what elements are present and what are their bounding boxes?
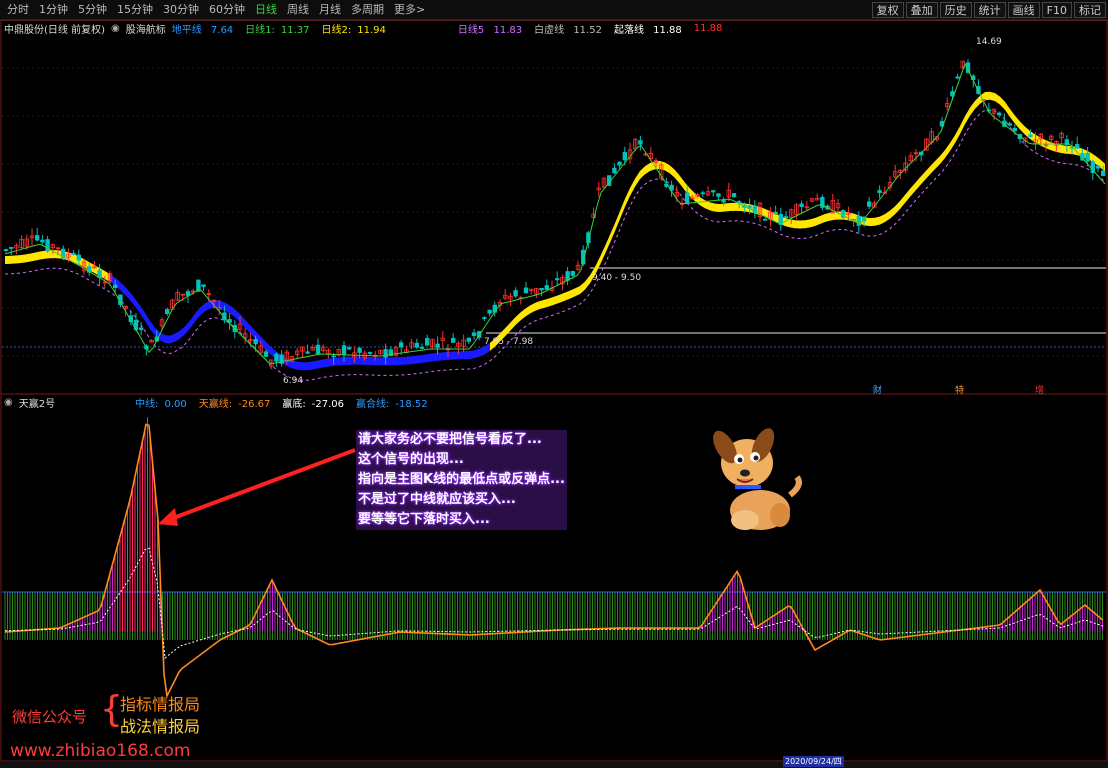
annotation-line: 请大家务必不要把信号看反了...: [358, 432, 542, 447]
sub-legend-yingdi: 赢底: -27.06: [282, 399, 344, 410]
cartoon-dog-icon: [713, 428, 802, 530]
candle-body: [487, 309, 492, 314]
candle-body: [638, 140, 643, 145]
cursor-date: 2020/09/24/四: [783, 756, 844, 767]
candle-body: [40, 239, 45, 243]
candle-body: [955, 76, 960, 79]
candle-body: [737, 201, 742, 203]
candle-body: [201, 284, 206, 287]
candle-body: [482, 317, 487, 319]
annotation-line: 要等等它下落时买入...: [358, 512, 490, 527]
wechat-label: 微信公众号: [12, 708, 88, 726]
candle-body: [513, 290, 518, 297]
candle-body: [331, 355, 336, 358]
candle-body: [555, 278, 560, 281]
candle-body: [570, 271, 575, 276]
candle-body: [711, 190, 716, 193]
annotation-arrow: [167, 448, 356, 522]
sub-indicator-gear-icon[interactable]: ◉: [4, 397, 13, 408]
candle-body: [763, 218, 768, 221]
candle-body: [367, 352, 373, 354]
candle-body: [71, 252, 76, 256]
candle-body: [8, 247, 14, 249]
candle-body: [799, 203, 804, 207]
candle-body: [1007, 123, 1012, 126]
high-price-label: 14.69: [976, 37, 1002, 47]
candle-body: [622, 152, 627, 161]
candle-body: [700, 192, 705, 195]
candle-body: [783, 216, 789, 218]
candle-body: [523, 287, 529, 294]
candle-body: [113, 284, 118, 289]
annotation-text-box: 请大家务必不要把信号看反了... 这个信号的出现... 指向是主图K线的最低点或…: [356, 430, 567, 530]
marker-special[interactable]: 特: [955, 383, 964, 396]
candle-body: [466, 337, 471, 342]
candle-body: [419, 346, 425, 349]
chart-canvas: [0, 19, 1108, 762]
candle-body: [716, 193, 721, 197]
watermark-titles: 指标情报局 战法情报局: [120, 694, 200, 738]
candle-body: [856, 215, 861, 226]
candle-body: [867, 201, 872, 207]
watermark-line1: 指标情报局: [120, 695, 201, 714]
candle-body: [1101, 170, 1106, 177]
candle-body: [435, 343, 440, 348]
candle-body: [721, 200, 726, 203]
candle-body: [877, 190, 882, 194]
sub-chart-legend: ◉ 天赢2号 中线: 0.00 天赢线: -26.67 赢底: -27.06 赢合线:…: [4, 395, 440, 410]
candle-body: [685, 192, 690, 204]
candle-body: [346, 347, 352, 350]
candle-body: [341, 345, 347, 355]
website-url: www.zhibiao168.com: [10, 741, 191, 761]
candle-body: [1012, 127, 1017, 132]
candle-body: [424, 337, 430, 346]
candle-body: [253, 338, 258, 345]
candle-body: [612, 167, 617, 174]
candle-body: [138, 327, 144, 331]
candle-body: [544, 285, 549, 290]
range-label-1: 7.95 - 7.98: [484, 337, 534, 347]
candle-body: [773, 211, 778, 215]
candle-body: [450, 337, 456, 343]
candle-body: [3, 249, 9, 251]
candle-body: [731, 193, 737, 198]
marker-increase[interactable]: 增: [1035, 383, 1044, 396]
candle-body: [471, 332, 477, 336]
candle-body: [1095, 165, 1101, 169]
annotation-arrowhead: [158, 508, 178, 526]
candle-body: [76, 254, 81, 261]
candle-body: [1075, 144, 1080, 149]
candle-body: [263, 351, 269, 357]
candle-body: [997, 112, 1002, 116]
candle-body: [357, 347, 362, 353]
range-label-2: 9.40 - 9.50: [592, 273, 642, 283]
candle-body: [35, 235, 40, 241]
candle-body: [414, 342, 419, 348]
watermark-line2: 战法情报局: [120, 717, 201, 736]
candle-body: [1028, 134, 1033, 138]
candle-body: [164, 309, 170, 314]
annotation-line: 指向是主图K线的最低点或反弹点...: [358, 472, 565, 487]
candle-body: [539, 288, 544, 291]
time-axis: 2020/09/24/四: [0, 756, 1108, 768]
sub-legend-midline: 中线: 0.00: [135, 399, 187, 410]
candle-body: [1085, 152, 1090, 162]
low-price-label: 6.94: [283, 376, 304, 386]
sub-indicator-name[interactable]: 天赢2号: [19, 395, 55, 410]
annotation-line: 不是过了中线就应该买入...: [358, 492, 516, 507]
marker-finance[interactable]: 财: [873, 383, 882, 396]
candle-body: [305, 351, 310, 354]
ma-green-line: [4, 62, 1106, 364]
annotation-line: 这个信号的出现...: [358, 452, 464, 467]
sub-legend-tianying: 天赢线: -26.67: [198, 399, 271, 410]
candle-body: [315, 344, 321, 354]
candle-body: [398, 342, 404, 348]
candlestick-chart: [0, 19, 1108, 395]
candle-body: [617, 161, 622, 166]
candle-body: [383, 349, 388, 358]
candle-body: [196, 279, 201, 292]
candle-body: [274, 353, 279, 362]
sub-legend-yinghe: 赢合线: -18.52: [356, 399, 428, 410]
